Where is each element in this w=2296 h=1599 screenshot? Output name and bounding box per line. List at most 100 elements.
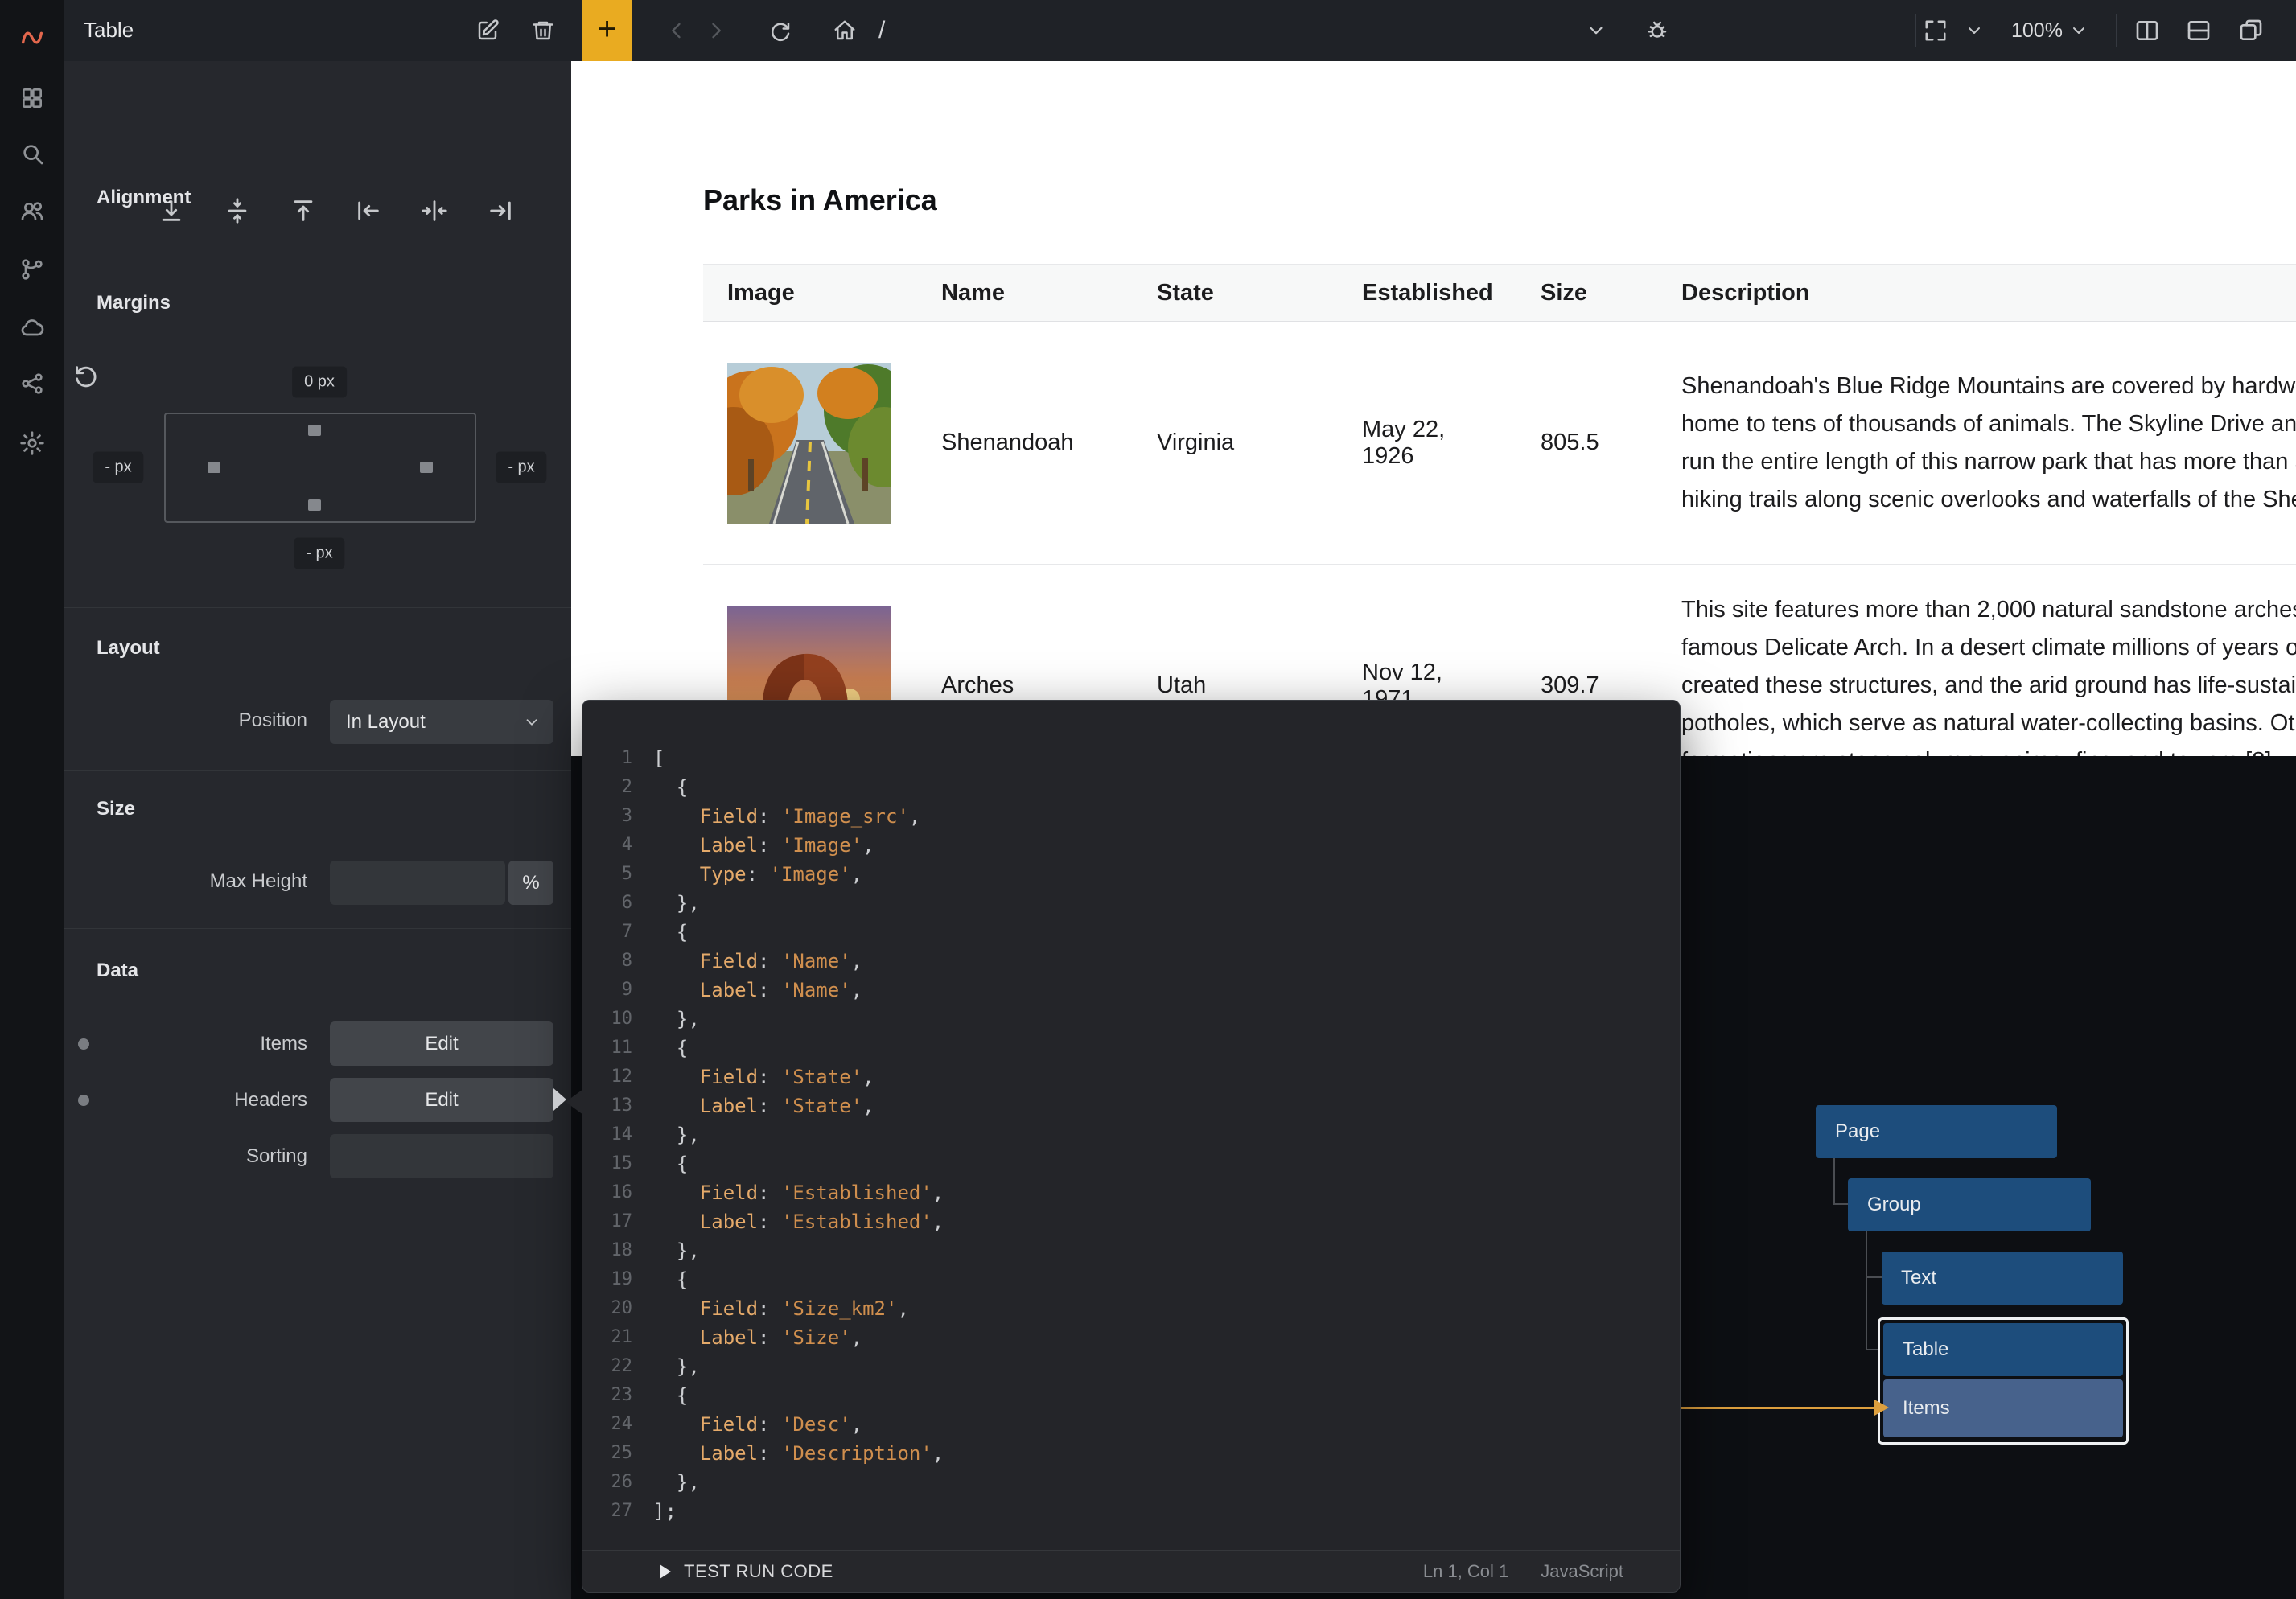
margin-handle-top[interactable] — [308, 425, 321, 436]
margin-top-value[interactable]: 0 px — [292, 367, 347, 398]
delete-component-button[interactable] — [525, 13, 561, 48]
sidebar-item-components[interactable] — [19, 84, 46, 112]
code-line[interactable]: 16 Field: 'Established', — [582, 1178, 1680, 1207]
code-line[interactable]: 2 { — [582, 773, 1680, 802]
code-line[interactable]: 15 { — [582, 1149, 1680, 1178]
sidebar-item-services[interactable] — [19, 314, 46, 342]
headers-edit-button[interactable]: Edit — [330, 1078, 553, 1122]
code-line[interactable]: 26 }, — [582, 1468, 1680, 1497]
code-line[interactable]: 27]; — [582, 1497, 1680, 1526]
items-edit-button[interactable]: Edit — [330, 1021, 553, 1066]
margin-handle-bottom[interactable] — [308, 499, 321, 511]
refresh-button[interactable] — [763, 13, 798, 48]
code-line[interactable]: 19 { — [582, 1265, 1680, 1294]
section-divider — [64, 770, 571, 771]
zoom-control[interactable]: 100% — [2011, 13, 2088, 48]
align-bottom-button[interactable] — [158, 197, 185, 224]
margins-section-title: Margins — [97, 292, 171, 314]
edit-component-button[interactable] — [470, 13, 505, 48]
code-line[interactable]: 11 { — [582, 1034, 1680, 1063]
reset-margins-button[interactable] — [72, 363, 100, 390]
code-line[interactable]: 25 Label: 'Description', — [582, 1439, 1680, 1468]
code-line[interactable]: 6 }, — [582, 889, 1680, 918]
sidebar-item-share[interactable] — [19, 370, 46, 397]
add-element-button[interactable]: + — [582, 0, 632, 61]
selected-component-title: Table — [84, 18, 134, 43]
code-line[interactable]: 24 Field: 'Desc', — [582, 1410, 1680, 1439]
size-section-title: Size — [97, 798, 135, 820]
code-line[interactable]: 18 }, — [582, 1236, 1680, 1265]
sidebar-item-users[interactable] — [19, 197, 46, 224]
items-binding-dot[interactable] — [78, 1038, 89, 1050]
tree-node-group[interactable]: Group — [1848, 1178, 2091, 1231]
preview-size-chevron-button[interactable] — [1957, 13, 1992, 48]
nav-forward-button[interactable] — [698, 13, 734, 48]
test-run-code-button[interactable]: TEST RUN CODE — [684, 1561, 833, 1582]
align-left-button[interactable] — [355, 197, 382, 224]
code-line[interactable]: 21 Label: 'Size', — [582, 1323, 1680, 1352]
align-top-button[interactable] — [290, 197, 317, 224]
editor-footer: TEST RUN CODE Ln 1, Col 1 JavaScript — [582, 1550, 1680, 1592]
code-line[interactable]: 14 }, — [582, 1120, 1680, 1149]
formula-connection-arrowhead — [1874, 1400, 1889, 1416]
margin-bottom-value[interactable]: - px — [294, 538, 344, 569]
tree-node-table[interactable]: Table — [1883, 1323, 2123, 1376]
nav-back-button[interactable] — [659, 13, 694, 48]
line-number: 14 — [582, 1120, 632, 1149]
chevron-left-icon — [665, 19, 688, 42]
align-right-button[interactable] — [487, 197, 514, 224]
code-line[interactable]: 22 }, — [582, 1352, 1680, 1381]
code-line[interactable]: 4 Label: 'Image', — [582, 831, 1680, 860]
code-line[interactable]: 5 Type: 'Image', — [582, 860, 1680, 889]
sidebar-item-search[interactable] — [19, 140, 46, 167]
margin-handle-left[interactable] — [208, 462, 220, 473]
sidebar-item-versions[interactable] — [19, 256, 46, 283]
line-number: 7 — [582, 918, 632, 947]
margin-right-value[interactable]: - px — [496, 452, 546, 483]
apps-grid-icon — [19, 85, 45, 111]
tree-node-text[interactable]: Text — [1882, 1252, 2123, 1305]
position-dropdown[interactable]: In Layout — [330, 700, 553, 744]
line-number: 2 — [582, 773, 632, 802]
code-line[interactable]: 17 Label: 'Established', — [582, 1207, 1680, 1236]
page-dropdown-button[interactable] — [1578, 13, 1614, 48]
overlap-windows-view-button[interactable] — [2233, 13, 2269, 48]
split-columns-view-button[interactable] — [2129, 13, 2165, 48]
code-line[interactable]: 12 Field: 'State', — [582, 1063, 1680, 1091]
code-line[interactable]: 20 Field: 'Size_km2', — [582, 1294, 1680, 1323]
line-number: 25 — [582, 1439, 632, 1468]
code-lines[interactable]: 1[2 {3 Field: 'Image_src',4 Label: 'Imag… — [582, 744, 1680, 1526]
preview-size-button[interactable] — [1918, 13, 1953, 48]
code-line[interactable]: 10 }, — [582, 1005, 1680, 1034]
home-button[interactable] — [827, 13, 862, 48]
line-number: 27 — [582, 1497, 632, 1526]
code-line[interactable]: 7 { — [582, 918, 1680, 947]
code-line[interactable]: 13 Label: 'State', — [582, 1091, 1680, 1120]
distribute-horizontal-button[interactable] — [421, 197, 448, 224]
sidebar-item-settings[interactable] — [19, 430, 46, 457]
debug-button[interactable] — [1640, 13, 1675, 48]
headers-binding-dot[interactable] — [78, 1095, 89, 1106]
formula-code-editor[interactable]: 1[2 {3 Field: 'Image_src',4 Label: 'Imag… — [582, 700, 1681, 1593]
split-rows-view-button[interactable] — [2181, 13, 2216, 48]
code-line[interactable]: 3 Field: 'Image_src', — [582, 802, 1680, 831]
max-height-input[interactable] — [330, 861, 505, 905]
code-line[interactable]: 1[ — [582, 744, 1680, 773]
margin-handle-right[interactable] — [420, 462, 433, 473]
line-number: 19 — [582, 1265, 632, 1294]
line-number: 18 — [582, 1236, 632, 1265]
page-path: / — [878, 17, 885, 44]
distribute-vertical-button[interactable] — [224, 197, 251, 224]
margin-left-value[interactable]: - px — [93, 452, 143, 483]
tree-node-page[interactable]: Page — [1816, 1105, 2057, 1158]
code-line[interactable]: 23 { — [582, 1381, 1680, 1410]
max-height-unit-button[interactable]: % — [508, 861, 553, 905]
app-logo[interactable] — [19, 24, 46, 51]
line-number: 13 — [582, 1091, 632, 1120]
tree-node-items[interactable]: Items — [1883, 1379, 2123, 1437]
code-line[interactable]: 9 Label: 'Name', — [582, 976, 1680, 1005]
popover-anchor-arrow — [553, 1088, 566, 1111]
margins-diagram — [164, 413, 476, 523]
sorting-input[interactable] — [330, 1134, 553, 1178]
code-line[interactable]: 8 Field: 'Name', — [582, 947, 1680, 976]
